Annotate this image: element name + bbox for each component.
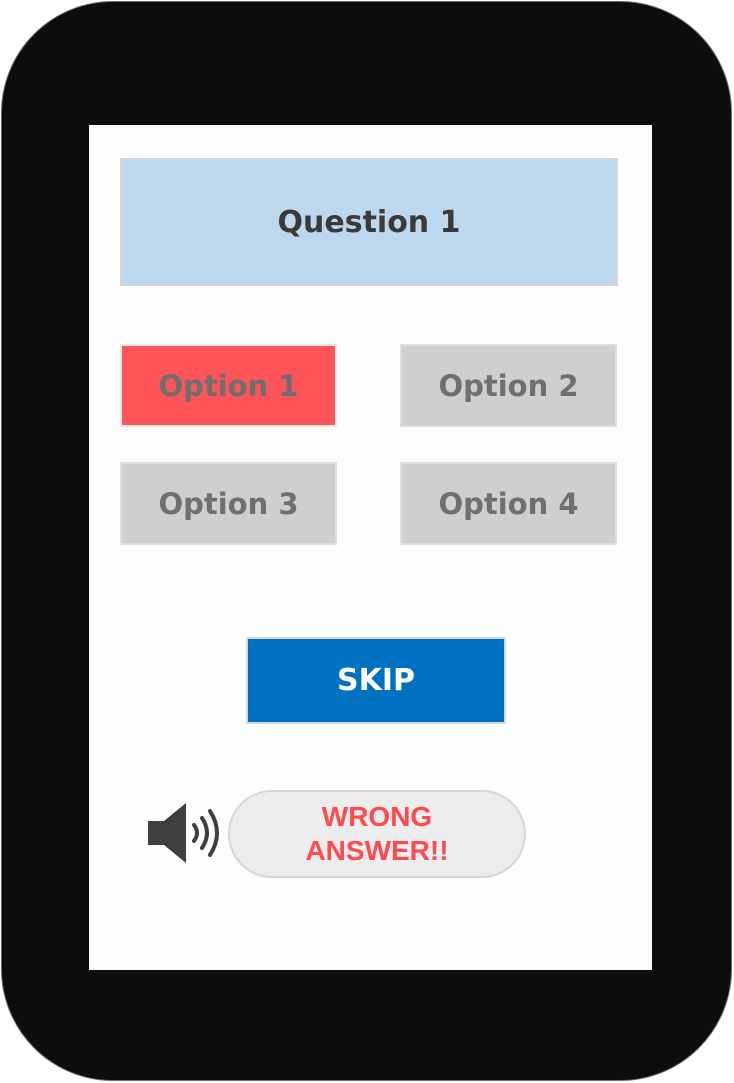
option-2-label: Option 2 <box>438 368 579 403</box>
question-label: Question 1 <box>277 204 461 240</box>
option-3-button[interactable]: Option 3 <box>120 462 337 545</box>
feedback-line-2: ANSWER!! <box>305 835 449 866</box>
option-2-button[interactable]: Option 2 <box>400 344 617 427</box>
quiz-screen: Question 1 Option 1 Option 2 Option 3 Op… <box>89 125 652 970</box>
option-1-button[interactable]: Option 1 <box>120 344 337 427</box>
speaker-sound-icon[interactable] <box>146 801 222 865</box>
skip-button[interactable]: SKIP <box>246 637 506 724</box>
option-3-label: Option 3 <box>158 486 299 521</box>
feedback-line-1: WRONG <box>321 801 433 832</box>
option-4-label: Option 4 <box>438 486 579 521</box>
question-banner: Question 1 <box>120 158 618 286</box>
phone-frame: Question 1 Option 1 Option 2 Option 3 Op… <box>1 1 732 1081</box>
option-1-label: Option 1 <box>158 368 299 403</box>
option-4-button[interactable]: Option 4 <box>400 462 617 545</box>
skip-label: SKIP <box>336 663 415 698</box>
wrong-answer-badge: WRONG ANSWER!! <box>228 790 526 878</box>
